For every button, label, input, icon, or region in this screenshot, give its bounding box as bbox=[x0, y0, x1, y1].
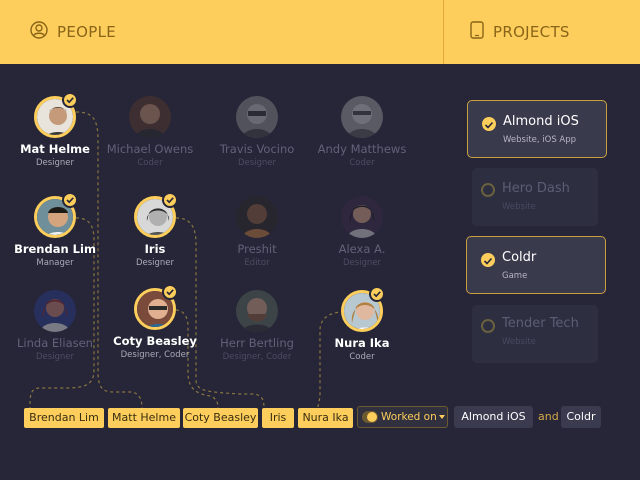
check-icon bbox=[369, 286, 385, 302]
person-role: Coder bbox=[349, 352, 375, 362]
check-icon bbox=[62, 192, 78, 208]
project-title: Tender Tech bbox=[502, 316, 579, 331]
check-icon bbox=[162, 192, 178, 208]
avatar bbox=[129, 96, 171, 138]
circle-icon bbox=[481, 183, 495, 197]
person-chip[interactable]: Coty Beasley bbox=[183, 408, 258, 428]
person-role: Designer bbox=[342, 258, 382, 268]
chevron-down-icon bbox=[439, 415, 445, 419]
project-card-tender-tech[interactable]: Tender Tech Website bbox=[472, 305, 598, 363]
check-icon bbox=[162, 284, 178, 300]
check-icon bbox=[482, 117, 496, 131]
person-chip[interactable]: Iris bbox=[262, 408, 294, 428]
project-subtitle: Website, iOS App bbox=[503, 135, 577, 145]
project-chip[interactable]: Almond iOS bbox=[454, 406, 533, 428]
person-name: Andy Matthews bbox=[317, 142, 407, 156]
project-title: Almond iOS bbox=[503, 114, 579, 129]
project-title: Coldr bbox=[502, 250, 537, 265]
project-card-hero-dash[interactable]: Hero Dash Website bbox=[472, 168, 598, 226]
project-card-coldr[interactable]: Coldr Game bbox=[466, 236, 606, 294]
project-subtitle: Game bbox=[502, 271, 528, 281]
check-icon bbox=[62, 92, 78, 108]
project-card-almond-ios[interactable]: Almond iOS Website, iOS App bbox=[467, 100, 607, 158]
avatar bbox=[236, 96, 278, 138]
toggle-icon bbox=[362, 411, 378, 423]
person-chip[interactable]: Matt Helme bbox=[108, 408, 180, 428]
person-name: Nura Ika bbox=[334, 336, 390, 350]
person-role: Coder bbox=[349, 158, 375, 168]
avatar bbox=[34, 290, 76, 332]
check-icon bbox=[481, 253, 495, 267]
person-chip[interactable]: Brendan Lim bbox=[24, 408, 104, 428]
project-subtitle: Website bbox=[502, 202, 536, 212]
person-chip[interactable]: Nura Ika bbox=[298, 408, 353, 428]
avatar bbox=[341, 196, 383, 238]
conjunction-label: and bbox=[538, 410, 559, 423]
project-title: Hero Dash bbox=[502, 181, 570, 196]
avatar bbox=[341, 96, 383, 138]
avatar bbox=[236, 290, 278, 332]
project-chip[interactable]: Coldr bbox=[561, 406, 601, 428]
relation-label: Worked on bbox=[381, 411, 437, 423]
relation-dropdown[interactable]: Worked on bbox=[357, 406, 448, 428]
avatar bbox=[236, 196, 278, 238]
project-subtitle: Website bbox=[502, 337, 536, 347]
circle-icon bbox=[481, 319, 495, 333]
person-name: Alexa A. bbox=[338, 242, 386, 256]
